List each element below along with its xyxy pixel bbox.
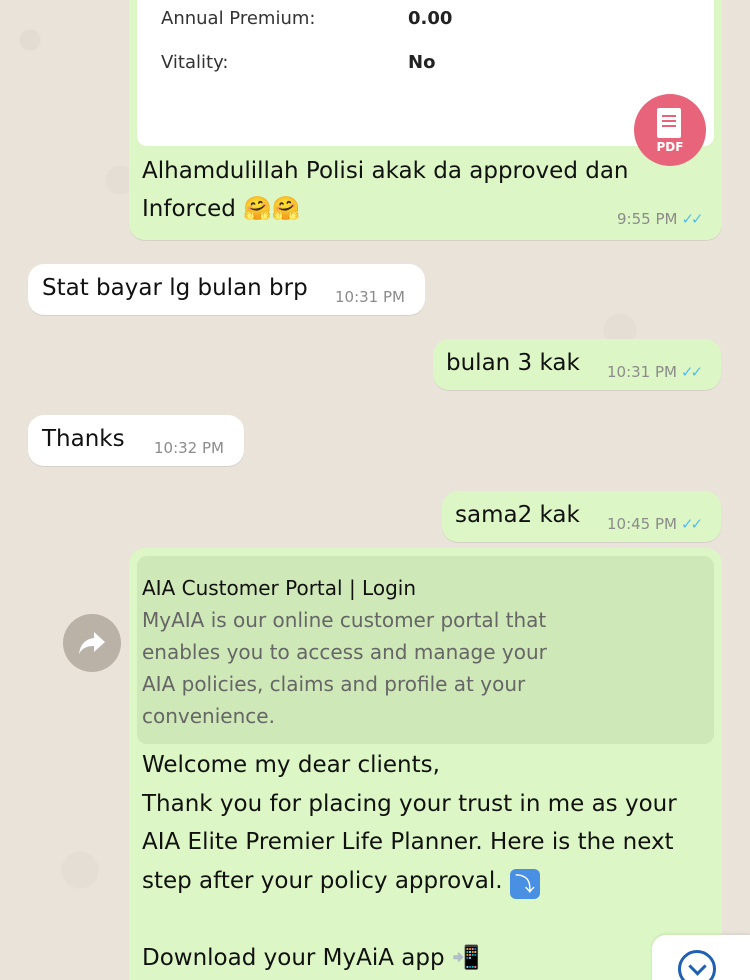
link-message-bubble[interactable]: AIA Customer Portal | Login MyAIA is our… (129, 548, 722, 980)
hugging-face-emoji: 🤗🤗 (243, 196, 301, 222)
link-desc-line: AIA policies, claims and profile at your (142, 672, 526, 696)
message-time: 9:55 PM ✓✓ (617, 210, 704, 228)
message-time: 10:31 PM ✓✓ (607, 363, 703, 381)
document-preview-card[interactable]: Annual Premium: 0.00 Vitality: No (137, 0, 714, 146)
link-desc-line: MyAIA is our online customer portal that (142, 608, 547, 632)
link-desc-line: enables you to access and manage your (142, 640, 547, 664)
document-sheet-icon (657, 108, 681, 138)
doc-label: Vitality: (161, 52, 229, 73)
body-line: Thank you for placing your trust in me a… (142, 790, 677, 817)
message-text: Stat bayar lg bulan brp (42, 275, 308, 301)
message-text: bulan 3 kak (446, 350, 580, 376)
doc-value: No (408, 52, 436, 73)
doc-label: Annual Premium: (161, 8, 316, 29)
doc-row-vitality: Vitality: No (161, 52, 435, 73)
outgoing-message-bubble[interactable]: sama2 kak 10:45 PM ✓✓ (442, 491, 721, 542)
link-preview-title: AIA Customer Portal | Login (142, 576, 416, 600)
chat-background: Annual Premium: 0.00 Vitality: No PDF Al… (0, 0, 750, 980)
double-check-read-icon: ✓✓ (680, 515, 703, 533)
forward-icon (79, 632, 105, 654)
double-check-read-icon: ✓✓ (681, 210, 703, 228)
scroll-to-bottom-button[interactable] (652, 935, 750, 980)
message-time-label: 10:31 PM (607, 363, 677, 381)
caption-line-2-text: Inforced (142, 196, 236, 222)
body-line-with-emoji: Download your MyAiA app 📲 (142, 939, 677, 978)
caption-line-2: Inforced 🤗🤗 (142, 190, 629, 228)
message-time: 10:45 PM ✓✓ (607, 515, 703, 533)
body-line-with-emoji: step after your policy approval. ⤵ (142, 862, 677, 901)
message-time: 10:31 PM (335, 288, 405, 306)
outgoing-message-bubble[interactable]: bulan 3 kak 10:31 PM ✓✓ (433, 339, 721, 390)
link-desc-line: convenience. (142, 704, 275, 728)
doc-value: 0.00 (408, 8, 453, 29)
pdf-file-icon[interactable]: PDF (634, 94, 706, 166)
forward-button[interactable] (63, 614, 121, 672)
message-text: sama2 kak (455, 502, 580, 528)
message-time-label: 10:45 PM (607, 515, 677, 533)
double-check-read-icon: ✓✓ (680, 363, 703, 381)
document-caption: Alhamdulillah Polisi akak da approved da… (142, 152, 629, 228)
message-time: 10:32 PM (154, 439, 224, 457)
mobile-phone-arrow-emoji-icon: 📲 (451, 944, 481, 971)
link-message-body: Welcome my dear clients, Thank you for p… (142, 746, 677, 977)
arrow-down-emoji-icon: ⤵ (509, 868, 540, 899)
document-message-bubble[interactable]: Annual Premium: 0.00 Vitality: No PDF Al… (129, 0, 722, 240)
doc-row-annual-premium: Annual Premium: 0.00 (161, 8, 452, 29)
pdf-badge-label: PDF (656, 140, 684, 154)
incoming-message-bubble[interactable]: Thanks 10:32 PM (28, 415, 244, 466)
chevron-down-icon (678, 950, 716, 980)
message-text: Thanks (42, 426, 125, 452)
message-time-label: 9:55 PM (617, 210, 678, 228)
body-line: AIA Elite Premier Life Planner. Here is … (142, 829, 674, 855)
body-line-text: Download your MyAiA app (142, 944, 445, 971)
link-preview-description: MyAIA is our online customer portal that… (142, 604, 662, 732)
link-preview-card[interactable]: AIA Customer Portal | Login MyAIA is our… (137, 556, 714, 744)
body-line-text: step after your policy approval. (142, 867, 503, 894)
incoming-message-bubble[interactable]: Stat bayar lg bulan brp 10:31 PM (28, 264, 425, 315)
caption-line-1: Alhamdulillah Polisi akak da approved da… (142, 158, 629, 184)
body-line: Welcome my dear clients, (142, 752, 440, 778)
